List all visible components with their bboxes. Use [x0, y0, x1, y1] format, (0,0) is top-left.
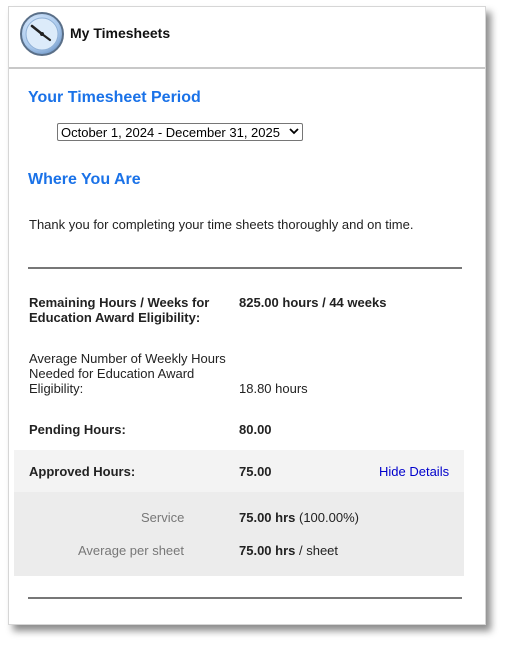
avg-sheet-label: Average per sheet	[78, 543, 184, 558]
approved-value: 75.00	[239, 464, 272, 479]
service-value: 75.00 hrs (100.00%)	[239, 510, 359, 525]
app-title: My Timesheets	[70, 25, 171, 41]
service-label: Service	[141, 510, 185, 525]
remaining-label: Remaining Hours / Weeks for Education Aw…	[29, 295, 209, 325]
approved-row: Approved Hours: 75.00 Hide Details	[14, 450, 464, 492]
remaining-label-line-2: Education Award Eligibility:	[29, 310, 201, 325]
service-hours: 75.00 hrs	[239, 510, 296, 525]
hide-details-link[interactable]: Hide Details	[379, 464, 449, 479]
timesheet-period-select[interactable]: October 1, 2024 - December 31, 2025	[57, 123, 303, 141]
clock-icon	[20, 12, 64, 56]
avg-sheet-hours: 75.00 hrs	[239, 543, 296, 558]
remaining-value: 825.00 hours / 44 weeks	[239, 295, 387, 310]
status-heading: Where You Are	[28, 171, 141, 188]
service-percent: (100.00%)	[299, 510, 359, 525]
avg-sheet-unit: / sheet	[299, 543, 339, 558]
status-message: Thank you for completing your time sheet…	[29, 217, 414, 232]
pending-value: 80.00	[239, 422, 272, 437]
avg-weekly-label-line-1: Average Number of Weekly Hours	[29, 351, 226, 366]
avg-weekly-label-line-3: Eligibility:	[29, 381, 84, 396]
chevron-down-icon	[289, 128, 299, 135]
divider	[28, 267, 462, 269]
timesheet-card: My Timesheets Your Timesheet Period Octo…	[8, 6, 486, 625]
approved-label: Approved Hours:	[29, 464, 136, 479]
pending-label: Pending Hours:	[29, 422, 126, 437]
period-selected-value: October 1, 2024 - December 31, 2025	[61, 125, 280, 140]
avg-weekly-label: Average Number of Weekly Hours Needed fo…	[29, 351, 226, 396]
period-heading: Your Timesheet Period	[28, 89, 201, 106]
details-panel: Service 75.00 hrs (100.00%) Average per …	[14, 492, 464, 576]
divider-bottom	[28, 597, 462, 599]
avg-sheet-value: 75.00 hrs / sheet	[239, 543, 338, 558]
avg-weekly-label-line-2: Needed for Education Award	[29, 366, 195, 381]
remaining-label-line-1: Remaining Hours / Weeks for	[29, 295, 210, 310]
avg-weekly-value: 18.80 hours	[239, 381, 308, 396]
app-header: My Timesheets	[9, 7, 485, 69]
